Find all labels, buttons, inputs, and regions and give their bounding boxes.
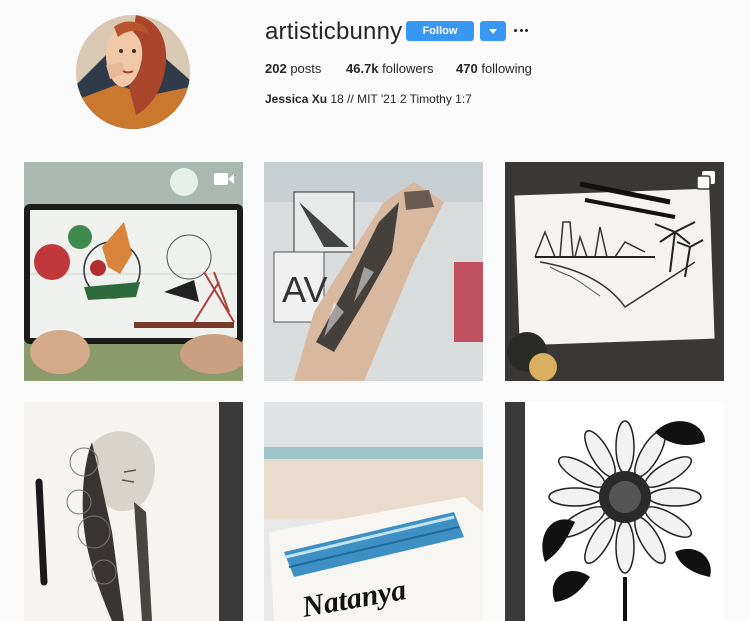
post-tile-4[interactable] (24, 402, 243, 621)
post-tile-6[interactable] (505, 402, 724, 621)
followers-link[interactable]: 46.7k followers (346, 61, 433, 76)
post-tile-2[interactable]: AV (264, 162, 483, 381)
profile-bio-text: 18 // MIT '21 2 Timothy 1:7 (330, 92, 472, 106)
profile-username: artisticbunny (265, 18, 403, 45)
post-tile-3[interactable] (505, 162, 724, 381)
following-link[interactable]: 470 following (456, 61, 532, 76)
profile-bio: Jessica Xu 18 // MIT '21 2 Timothy 1:7 (265, 92, 472, 106)
post-tile-1[interactable] (24, 162, 243, 381)
posts-count: 202 posts (265, 61, 322, 76)
carousel-icon (696, 171, 715, 190)
more-options-icon[interactable] (514, 20, 528, 40)
suggestions-dropdown-button[interactable] (480, 21, 506, 41)
profile-full-name: Jessica Xu (265, 92, 328, 106)
post-tile-5[interactable]: Natanya (264, 402, 483, 621)
chevron-down-icon (489, 28, 497, 34)
follow-button[interactable]: Follow (406, 21, 474, 41)
profile-avatar[interactable] (76, 15, 190, 129)
video-icon (214, 173, 234, 185)
